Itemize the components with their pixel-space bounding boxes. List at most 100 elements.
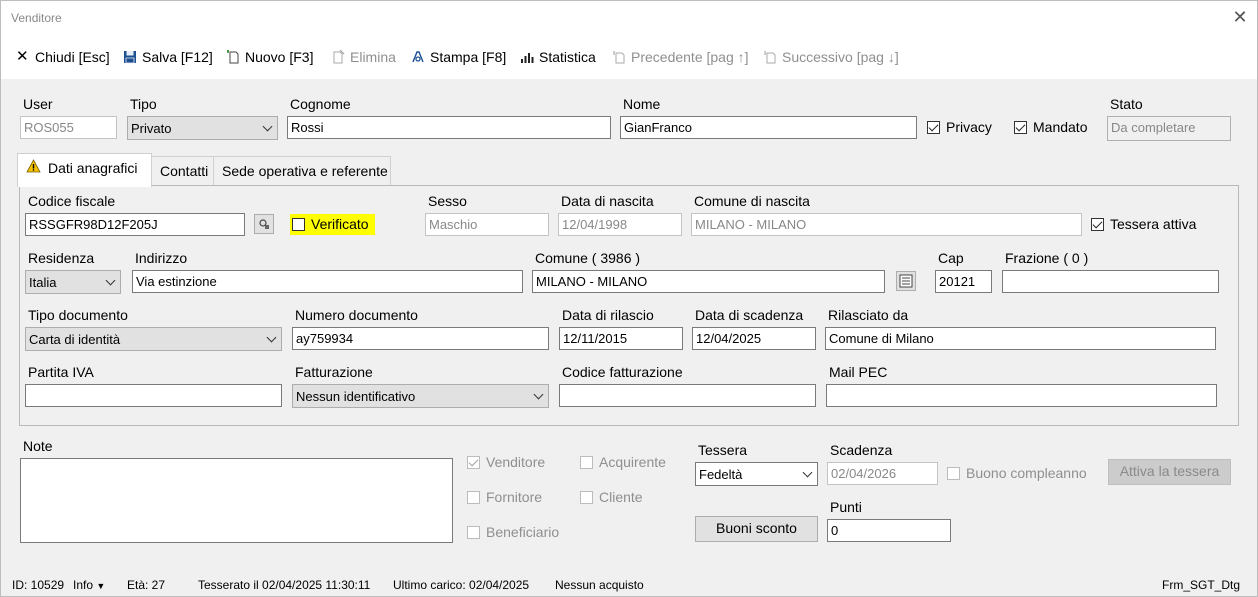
nome-field[interactable]: GianFranco: [620, 116, 917, 139]
fornitore-label: Fornitore: [486, 489, 543, 505]
next-button[interactable]: Successivo [pag ↓]: [763, 47, 899, 67]
privacy-checkbox[interactable]: [927, 121, 940, 134]
comune-lookup-button[interactable]: [896, 271, 916, 291]
scadenza-field: 02/04/2026: [827, 462, 938, 485]
delete-button[interactable]: Elimina: [331, 47, 396, 67]
indirizzo-field[interactable]: Via estinzione: [132, 270, 523, 293]
cap-field[interactable]: 20121: [935, 270, 992, 293]
tipo-label: Tipo: [130, 96, 157, 112]
tipo-select[interactable]: Privato: [127, 116, 278, 140]
numero-documento-field[interactable]: ay759934: [292, 327, 549, 350]
data-scadenza-field[interactable]: 12/04/2025: [692, 327, 816, 350]
tipo-documento-select[interactable]: Carta di identità: [25, 327, 282, 351]
verificato-label: Verificato: [311, 216, 369, 232]
codice-fatturazione-field[interactable]: [559, 384, 816, 407]
data-scadenza-label: Data di scadenza: [695, 307, 804, 323]
nome-label: Nome: [623, 96, 661, 112]
privacy-label: Privacy: [946, 119, 992, 135]
mandato-checkbox[interactable]: [1014, 121, 1027, 134]
bar-chart-icon: [520, 50, 534, 64]
user-label: User: [23, 96, 53, 112]
status-acquisti: Nessun acquisto: [555, 578, 644, 592]
status-eta: Età: 27: [127, 578, 166, 592]
codice-fiscale-label: Codice fiscale: [28, 193, 116, 209]
new-document-icon: [226, 50, 240, 64]
tessera-select[interactable]: Fedeltà: [695, 462, 818, 486]
buono-compleanno-checkbox[interactable]: [947, 467, 960, 480]
venditore-label: Venditore: [486, 454, 546, 470]
data-rilascio-label: Data di rilascio: [562, 307, 654, 323]
cognome-field[interactable]: Rossi: [287, 116, 611, 139]
numero-documento-label: Numero documento: [295, 307, 418, 323]
scadenza-label: Scadenza: [830, 442, 893, 458]
new-button[interactable]: Nuovo [F3]: [226, 47, 313, 67]
tab-dati-anagrafici[interactable]: Dati anagrafici: [17, 153, 152, 187]
tipo-documento-label: Tipo documento: [28, 307, 128, 323]
codice-fiscale-field[interactable]: RSSGFR98D12F205J: [25, 213, 245, 236]
cliente-label: Cliente: [599, 489, 643, 505]
sesso-label: Sesso: [428, 193, 467, 209]
stato-label: Stato: [1110, 96, 1143, 112]
status-tesserato: Tesserato il 02/04/2025 11:30:11: [198, 578, 371, 592]
calculate-codice-fiscale-button[interactable]: [254, 214, 274, 234]
frazione-label: Frazione ( 0 ): [1005, 250, 1089, 266]
mail-pec-field[interactable]: [826, 384, 1217, 407]
beneficiario-label: Beneficiario: [486, 524, 560, 540]
tab-sede-operativa[interactable]: Sede operativa e referente: [213, 156, 391, 186]
comune-label: Comune ( 3986 ): [535, 250, 641, 266]
comune-nascita-label: Comune di nascita: [694, 193, 810, 209]
warning-icon: [26, 154, 42, 182]
comune-nascita-field: MILANO - MILANO: [691, 213, 1082, 236]
save-button[interactable]: Salva [F12]: [123, 47, 213, 67]
note-label: Note: [23, 438, 53, 454]
codice-fatturazione-label: Codice fatturazione: [562, 364, 683, 380]
previous-button[interactable]: Precedente [pag ↑]: [612, 47, 749, 67]
data-nascita-label: Data di nascita: [561, 193, 654, 209]
status-form-name: Frm_SGT_Dtg: [1162, 578, 1241, 592]
data-rilascio-field[interactable]: 12/11/2015: [559, 327, 683, 350]
rilasciato-da-field[interactable]: Comune di Milano: [825, 327, 1216, 350]
acquirente-checkbox[interactable]: [580, 456, 593, 469]
floppy-disk-icon: [123, 50, 137, 64]
residenza-select[interactable]: Italia: [25, 270, 121, 294]
punti-field[interactable]: 0: [827, 519, 951, 542]
frazione-field[interactable]: [1002, 270, 1219, 293]
chevron-down-icon: [105, 275, 116, 286]
status-ultimo-carico: Ultimo carico: 02/04/2025: [393, 578, 530, 592]
status-id: ID: 10529: [12, 578, 65, 592]
partita-iva-field[interactable]: [25, 384, 282, 407]
print-button[interactable]: Stampa [F8]: [411, 47, 506, 67]
fatturazione-select[interactable]: Nessun identificativo: [292, 384, 549, 408]
mail-pec-label: Mail PEC: [829, 364, 888, 380]
cliente-checkbox[interactable]: [580, 491, 593, 504]
close-window-icon[interactable]: ✕: [1230, 7, 1250, 27]
status-info-menu[interactable]: Info ▼: [73, 578, 105, 592]
indirizzo-label: Indirizzo: [135, 250, 188, 266]
fornitore-checkbox[interactable]: [467, 491, 480, 504]
close-button[interactable]: ✕ Chiudi [Esc]: [16, 47, 110, 67]
tessera-attiva-label: Tessera attiva: [1110, 216, 1197, 232]
attiva-tessera-button[interactable]: Attiva la tessera: [1108, 459, 1231, 485]
chevron-down-icon: [802, 467, 813, 478]
tessera-attiva-checkbox[interactable]: [1091, 218, 1104, 231]
verificato-checkbox[interactable]: [292, 218, 305, 231]
beneficiario-checkbox[interactable]: [467, 526, 480, 539]
toolbar: ✕ Chiudi [Esc] Salva [F12] Nuovo [F3] El…: [1, 33, 1257, 79]
comune-field[interactable]: MILANO - MILANO: [532, 270, 885, 293]
stato-field: Da completare: [1107, 116, 1231, 141]
tessera-label: Tessera: [698, 442, 748, 458]
chevron-down-icon: [533, 389, 544, 400]
calculator-icon: [259, 219, 269, 229]
status-bar: ID: 10529 Info ▼ Età: 27 Tesserato il 02…: [1, 573, 1257, 597]
venditore-checkbox[interactable]: [467, 456, 480, 469]
note-textarea[interactable]: [20, 458, 453, 543]
tab-contatti[interactable]: Contatti: [151, 156, 214, 186]
mandato-label: Mandato: [1033, 119, 1088, 135]
user-field[interactable]: ROS055: [20, 116, 117, 139]
statistics-button[interactable]: Statistica: [520, 47, 596, 67]
cognome-label: Cognome: [290, 96, 351, 112]
close-icon: ✕: [16, 48, 29, 65]
buoni-sconto-button[interactable]: Buoni sconto: [695, 516, 818, 542]
sesso-field: Maschio: [425, 213, 549, 236]
caret-down-icon: ▼: [96, 581, 106, 591]
